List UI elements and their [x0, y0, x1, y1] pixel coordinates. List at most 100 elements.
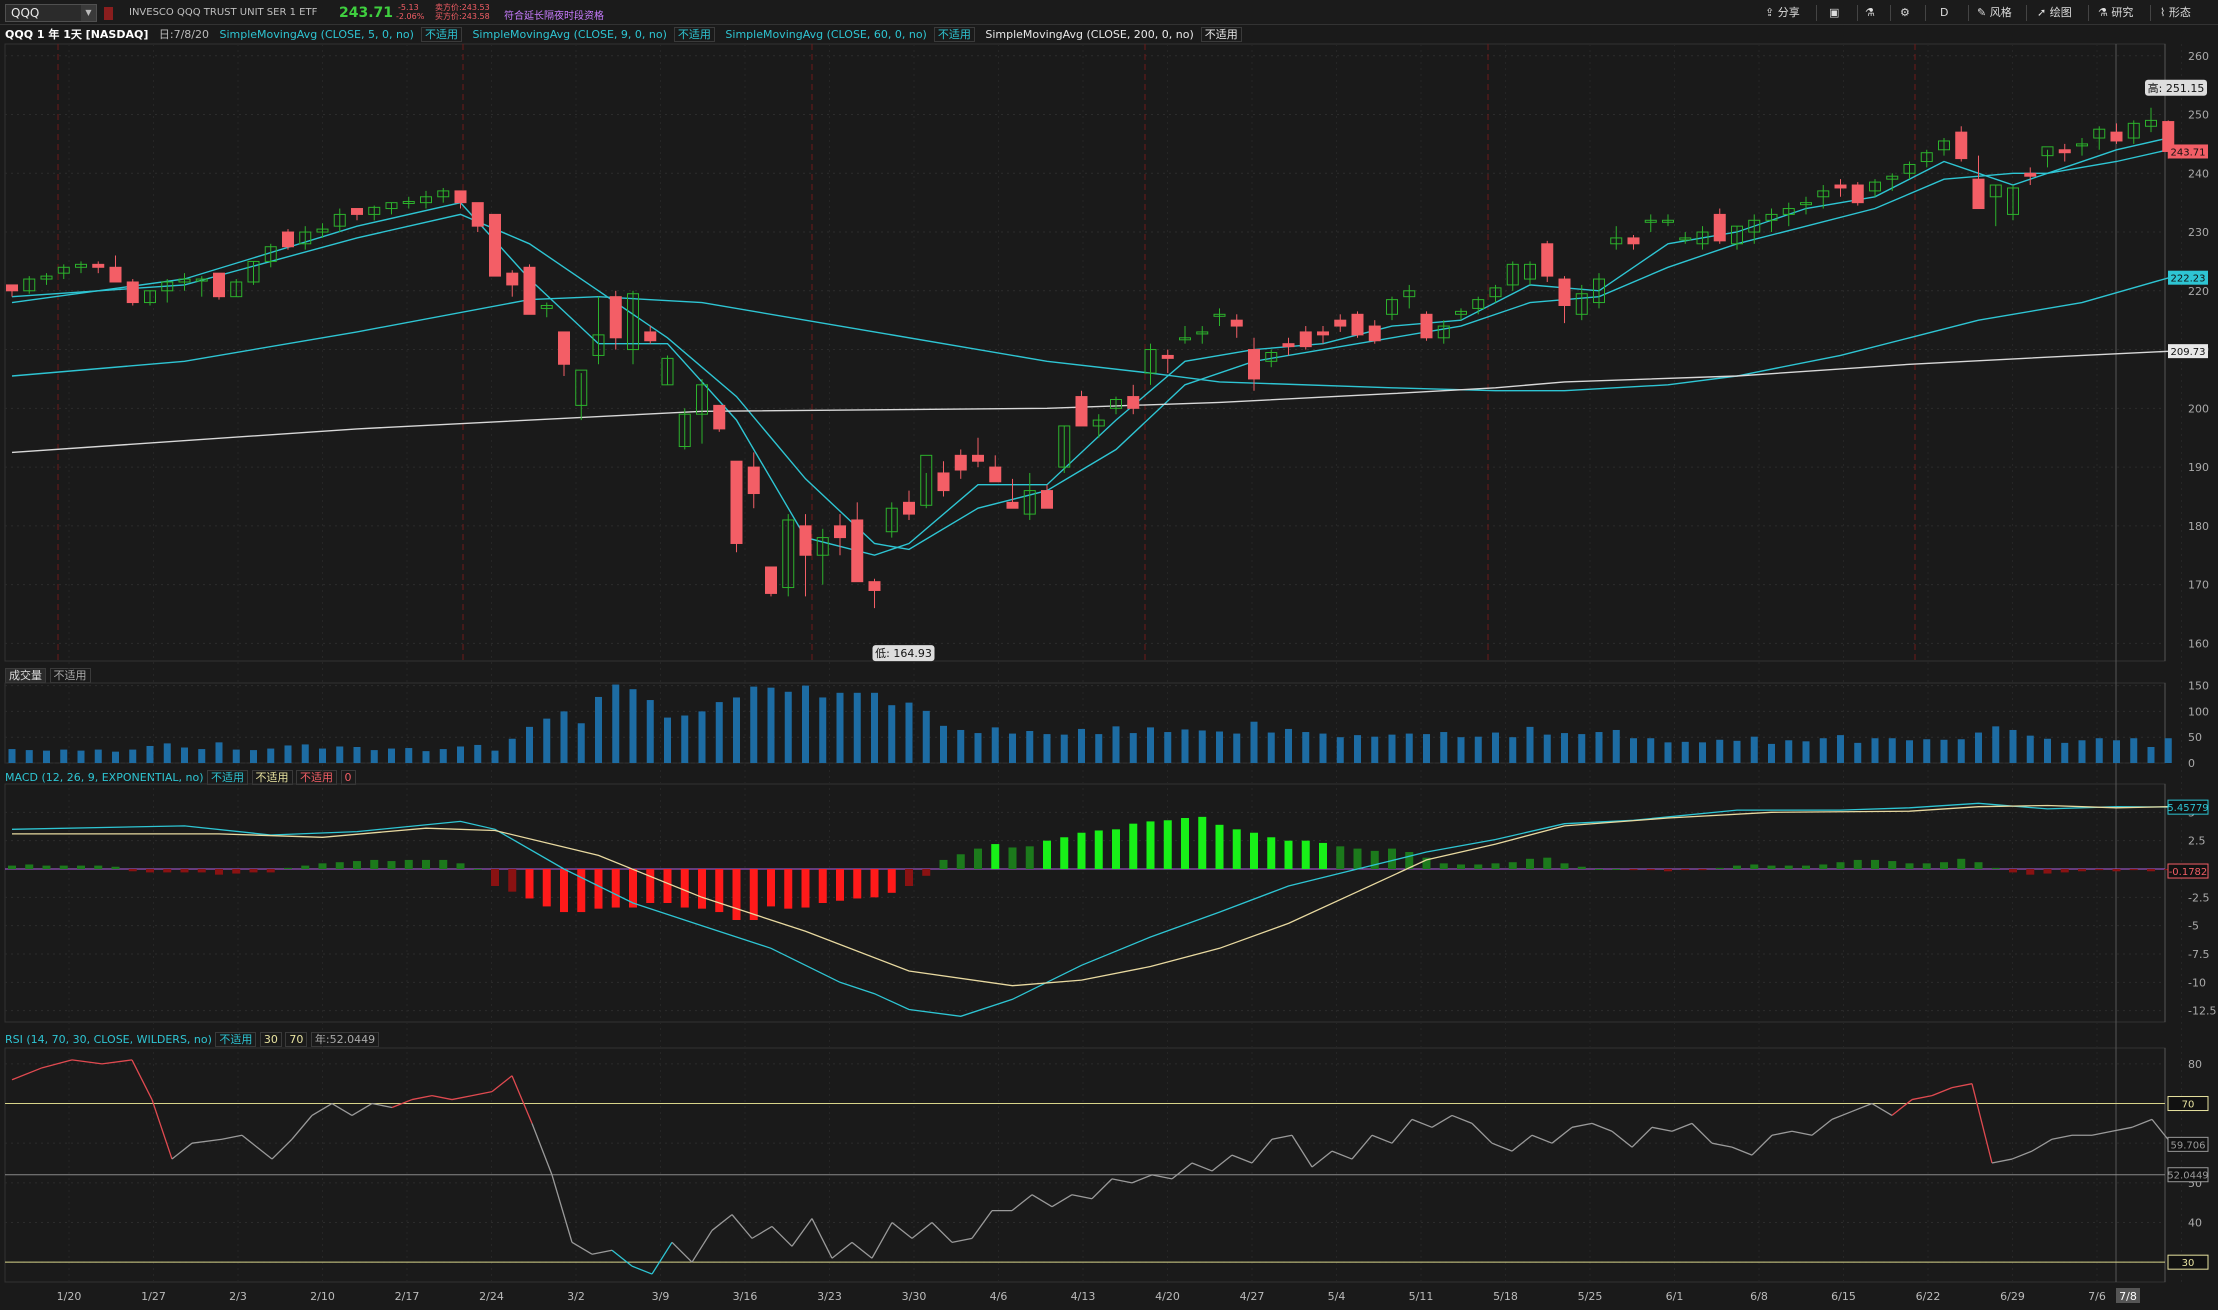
share-button[interactable]: ⇪ 分享	[1765, 4, 1800, 22]
macd-histogram-bar	[59, 865, 68, 869]
candle	[1230, 319, 1243, 327]
volume-bar	[284, 745, 292, 763]
rsi-line-segment	[1371, 1134, 1393, 1144]
rsi-line-segment	[1171, 1162, 1193, 1180]
candle	[609, 296, 622, 339]
macd-histogram-bar	[1974, 862, 1983, 869]
macd-histogram-bar	[2009, 869, 2017, 873]
rsi-line-segment	[551, 1174, 573, 1243]
candle	[1782, 208, 1795, 215]
candle	[851, 519, 864, 583]
volume-bar	[543, 718, 551, 763]
macd-label[interactable]: MACD (12, 26, 9, EXPONENTIAL, no)	[5, 771, 204, 784]
x-tick-label: 2/17	[395, 1290, 420, 1303]
rsi-line-segment	[511, 1075, 533, 1124]
macd-histogram-bar	[542, 869, 551, 907]
y-tick-label: -7.5	[2188, 948, 2209, 961]
y-tick-label: 0	[2188, 863, 2195, 876]
volume-bar	[1888, 738, 1896, 763]
y-tick-label: 0	[2188, 757, 2195, 770]
rsi-line-segment	[1591, 1122, 1613, 1132]
macd-histogram-bar	[1733, 865, 1741, 869]
volume-bar	[2044, 738, 2051, 763]
rsi-line-segment	[1551, 1126, 1573, 1144]
macd-histogram-bar	[1905, 863, 1914, 869]
rsi-line-segment	[241, 1134, 273, 1160]
x-tick-label: 7/6	[2088, 1290, 2106, 1303]
x-tick-label: 6/8	[1750, 1290, 1768, 1303]
divider	[1857, 5, 1858, 21]
pattern-button[interactable]: ⌇ 形态	[2160, 4, 2191, 22]
volume-bar	[1664, 742, 1672, 763]
study-sma5[interactable]: SimpleMovingAvg (CLOSE, 5, 0, no)	[220, 28, 414, 41]
candle	[1334, 319, 1347, 327]
lab-button[interactable]: ⚗	[1865, 4, 1875, 22]
rsi-line-segment	[691, 1230, 713, 1263]
study-sma200[interactable]: SimpleMovingAvg (CLOSE, 200, 0, no)	[985, 28, 1193, 41]
macd-histogram-bar	[1802, 865, 1810, 869]
rsi-line-segment	[671, 1241, 693, 1263]
volume-bar	[1802, 741, 1810, 763]
volume-bar	[1267, 732, 1275, 763]
study-sma9[interactable]: SimpleMovingAvg (CLOSE, 9, 0, no)	[472, 28, 666, 41]
timeframe-button[interactable]: D	[1940, 4, 1948, 22]
volume-bar	[1940, 739, 1948, 763]
volume-bar	[940, 725, 947, 763]
link-color-icon[interactable]	[104, 7, 113, 20]
draw-button[interactable]: ➚ 绘图	[2037, 4, 2072, 22]
y-tick-label: -5	[2188, 920, 2199, 933]
candle	[161, 281, 174, 292]
y-tick-label: 60	[2188, 1137, 2202, 1150]
candle	[1179, 337, 1191, 341]
macd-histogram-bar	[232, 869, 241, 874]
candle	[1834, 184, 1847, 189]
style-button[interactable]: ✎ 风格	[1977, 4, 2012, 22]
candle	[1713, 213, 1726, 242]
volume-label[interactable]: 成交量	[5, 668, 46, 683]
macd-histogram-bar	[1043, 840, 1051, 869]
candle	[1627, 237, 1640, 245]
macd-histogram-bar	[577, 869, 586, 913]
chart-canvas[interactable]: 高: 251.15 低: 164.93 160 170 180 190 200 210 220…	[0, 0, 2218, 1310]
macd-histogram-bar	[1232, 829, 1241, 869]
volume-bar	[1147, 727, 1154, 763]
snapshot-button[interactable]: ▣	[1829, 4, 1839, 22]
last-price: 243.71	[339, 5, 394, 21]
rsi-line-segment	[1071, 1194, 1093, 1200]
macd-histogram-bar	[1940, 862, 1948, 869]
symbol-dropdown-icon[interactable]: ▼	[81, 5, 96, 21]
volume-bar	[163, 743, 171, 763]
volume-bar	[319, 748, 326, 763]
candle	[2058, 149, 2071, 154]
macd-histogram-bar	[2129, 869, 2138, 871]
macd-histogram-bar	[560, 869, 568, 913]
rsi-line-segment	[2031, 1138, 2053, 1152]
candle	[2145, 119, 2157, 127]
symbol-input[interactable]: QQQ ▼	[5, 4, 97, 22]
macd-histogram-bar	[404, 859, 413, 869]
rsi-line-segment	[1691, 1122, 1713, 1144]
rsi-line-segment	[751, 1225, 773, 1239]
candle	[420, 196, 432, 204]
volume-bar	[2061, 742, 2069, 763]
study-legend: QQQ 1 年 1天 [NASDAQ] 日:7/8/20 SimpleMovin…	[5, 26, 1249, 43]
research-button[interactable]: ⚗ 研究	[2098, 4, 2133, 22]
rsi-line-segment	[1951, 1083, 1973, 1089]
y-tick-label: 250	[2188, 109, 2209, 122]
x-tick-label: 3/2	[567, 1290, 585, 1303]
volume-bar	[2026, 735, 2034, 763]
rsi-axis-label: 70	[2182, 1100, 2195, 1111]
study-sma60[interactable]: SimpleMovingAvg (CLOSE, 60, 0, no)	[725, 28, 926, 41]
share-icon: ⇪	[1765, 6, 1775, 19]
rsi-label[interactable]: RSI (14, 70, 30, CLOSE, WILDERS, no)	[5, 1033, 212, 1046]
macd-histogram-bar	[1474, 864, 1483, 869]
settings-button[interactable]: ⚙	[1900, 4, 1910, 22]
rsi-line-segment	[1891, 1099, 1913, 1116]
study-value: 不适用	[933, 27, 975, 42]
candle	[1248, 349, 1260, 380]
candle	[2076, 143, 2088, 147]
candle	[126, 281, 139, 304]
candle	[1006, 501, 1019, 509]
timeframe-label: D	[1940, 6, 1949, 19]
candle	[2024, 172, 2037, 177]
